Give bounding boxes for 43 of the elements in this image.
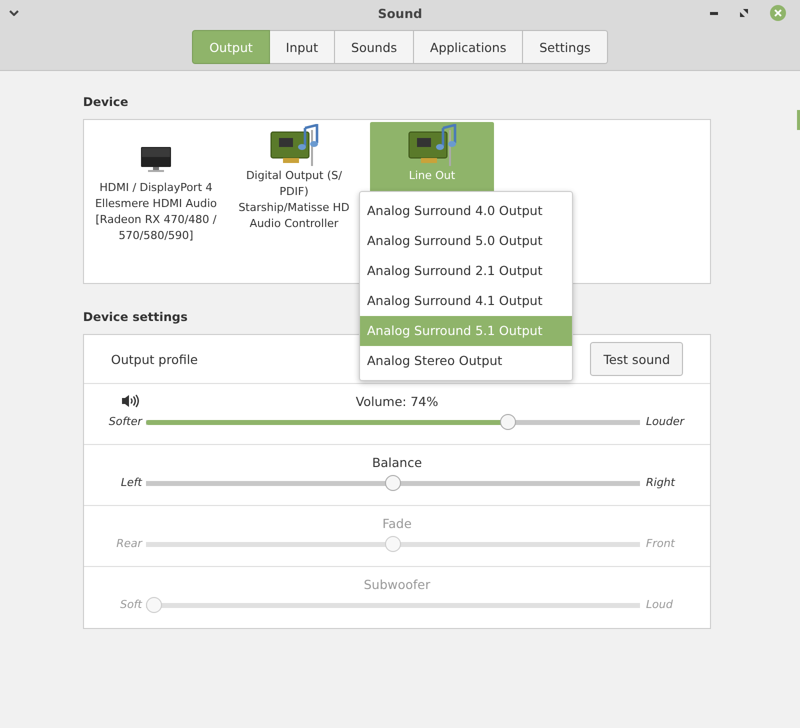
window-title: Sound	[378, 6, 422, 20]
device-name: Line Out	[408, 168, 456, 184]
slider-max-label: Front	[645, 536, 676, 552]
device-name: Digital Output (S/ PDIF)	[245, 168, 343, 200]
sound-card-icon	[269, 124, 319, 168]
section-heading: Device	[83, 95, 130, 109]
scrollbar-thumb[interactable]	[797, 110, 800, 130]
tab[interactable]: Input	[270, 30, 336, 64]
menu-item[interactable]: Analog Stereo Output	[360, 346, 572, 376]
slider-handle[interactable]	[500, 414, 516, 430]
slider-title: Fade	[382, 516, 412, 531]
slider-max-label: Louder	[645, 414, 686, 430]
slider-max-label: Loud	[645, 597, 674, 613]
slider-min-label: Softer	[108, 414, 144, 430]
speaker-icon	[121, 394, 139, 408]
slider-handle[interactable]	[385, 475, 401, 491]
slider-min-label: Rear	[115, 536, 144, 552]
sound-card-icon	[407, 124, 457, 168]
slider-title: Subwoofer	[364, 577, 430, 592]
slider-min-label: Soft	[119, 597, 144, 613]
menu-item[interactable]: Analog Surround 2.1 Output	[360, 256, 572, 286]
output-profile-label: Output profile	[111, 352, 198, 366]
device-item[interactable]: Digital Output (S/ PDIF) Starship/Matisse HD Audio Controller	[232, 122, 356, 232]
device-description: Ellesmere HDMI Audio [Radeon RX 470/480 / 570/580/590]	[94, 196, 218, 244]
tab[interactable]: Applications	[414, 30, 524, 64]
slider-min-label: Left	[120, 475, 144, 491]
monitor-icon	[140, 144, 172, 174]
slider-title: Volume: 74%	[356, 394, 438, 409]
close-icon[interactable]	[770, 5, 786, 21]
tab[interactable]: Sounds	[335, 30, 414, 64]
test-sound-button[interactable]: Test sound	[590, 342, 683, 376]
section-heading: Device settings	[83, 310, 189, 324]
slider-title: Balance	[372, 455, 422, 470]
device-item[interactable]: HDMI / DisplayPort 4 Ellesmere HDMI Audio [Radeon RX 470/480 / 570/580/590]	[94, 122, 218, 244]
maximize-icon[interactable]	[740, 9, 748, 17]
device-description: Starship/Matisse HD Audio Controller	[237, 200, 351, 232]
menu-item[interactable]: Analog Surround 4.1 Output	[360, 286, 572, 316]
slider-max-label: Right	[645, 475, 676, 491]
menu-item[interactable]: Analog Surround 5.0 Output	[360, 226, 572, 256]
tab[interactable]: Settings	[523, 30, 608, 64]
device-name: HDMI / DisplayPort 4	[98, 180, 214, 196]
minimize-icon[interactable]	[710, 12, 718, 14]
window-menu-icon[interactable]	[9, 10, 19, 16]
